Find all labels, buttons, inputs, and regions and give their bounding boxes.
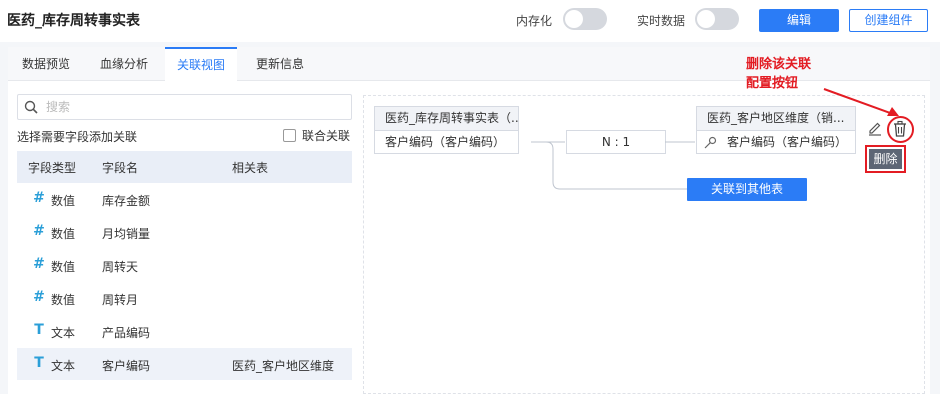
create-component-button[interactable]: 创建组件 — [849, 9, 928, 32]
source-table-name: 医药_库存周转事实表（... — [375, 107, 518, 131]
relation-canvas: 医药_库存周转事实表（... 客户编码（客户编码） N : 1 医药_客户地区维… — [363, 95, 925, 394]
search-box[interactable] — [17, 94, 352, 120]
column-header-related: 相关表 — [232, 161, 269, 175]
joint-relation-label: 联合关联 — [302, 129, 351, 143]
field-name: 周转月 — [102, 293, 139, 307]
edit-button[interactable]: 编辑 — [759, 9, 839, 32]
realtime-toggle[interactable] — [695, 8, 739, 30]
annotation-line-1: 删除该关联 — [746, 57, 812, 72]
realtime-toggle-label: 实时数据 — [637, 14, 686, 28]
checkbox-icon[interactable] — [283, 129, 296, 142]
field-type: 数值 — [51, 260, 76, 274]
search-icon — [24, 100, 38, 114]
page-title: 医药_库存周转事实表 — [7, 13, 140, 29]
tab-data-preview[interactable]: 数据预览 — [10, 47, 82, 81]
table-row[interactable]: # 数值 月均销量 — [17, 216, 352, 249]
header-bar: 医药_库存周转事实表 内存化 实时数据 编辑 创建组件 — [0, 0, 940, 42]
delete-tooltip-highlight: 删除 — [865, 145, 906, 173]
target-join-field: 客户编码（客户编码） — [697, 131, 855, 154]
search-input[interactable] — [46, 98, 336, 116]
field-type: 数值 — [51, 293, 76, 307]
field-type: 文本 — [51, 326, 76, 340]
source-table-node[interactable]: 医药_库存周转事实表（... 客户编码（客户编码） — [374, 106, 519, 154]
relation-view-panel: 选择需要字段添加关联 联合关联 字段类型 字段名 相关表 # 数值 库存金额 #… — [8, 81, 930, 394]
memory-toggle-label: 内存化 — [516, 14, 553, 28]
tab-relation-view[interactable]: 关联视图 — [165, 47, 238, 82]
link-to-other-table-button[interactable]: 关联到其他表 — [687, 178, 807, 201]
text-type-icon: T — [34, 322, 44, 338]
join-type-box[interactable]: N : 1 — [566, 130, 666, 154]
edit-pencil-icon[interactable] — [867, 121, 883, 137]
key-icon — [704, 136, 717, 149]
column-header-field: 字段名 — [102, 161, 139, 175]
target-join-field-text: 客户编码（客户编码） — [727, 135, 848, 149]
field-table: 字段类型 字段名 相关表 # 数值 库存金额 # 数值 月均销量 # 数值 周转… — [17, 151, 352, 381]
annotation-callout: 删除该关联 配置按钮 — [746, 55, 811, 93]
table-row[interactable]: # 数值 库存金额 — [17, 183, 352, 216]
target-table-name: 医药_客户地区维度（销... — [697, 107, 855, 131]
highlight-circle — [887, 116, 914, 143]
number-type-icon: # — [33, 256, 45, 272]
number-type-icon: # — [33, 190, 45, 206]
field-name: 产品编码 — [102, 326, 151, 340]
field-type: 文本 — [51, 359, 76, 373]
field-type: 数值 — [51, 194, 76, 208]
text-type-icon: T — [34, 355, 44, 371]
tab-lineage[interactable]: 血缘分析 — [88, 47, 160, 81]
table-header: 字段类型 字段名 相关表 — [17, 151, 352, 183]
number-type-icon: # — [33, 223, 45, 239]
field-name: 周转天 — [102, 260, 139, 274]
delete-tooltip: 删除 — [869, 149, 902, 169]
joint-relation-checkbox[interactable]: 联合关联 — [283, 127, 350, 144]
related-table: 医药_客户地区维度 — [232, 359, 335, 373]
column-header-type: 字段类型 — [28, 161, 77, 175]
field-name: 库存金额 — [102, 194, 151, 208]
field-select-hint: 选择需要字段添加关联 — [17, 130, 138, 144]
toggle-knob — [697, 10, 715, 28]
field-name: 客户编码 — [102, 359, 151, 373]
memory-toggle[interactable] — [563, 8, 607, 30]
field-name: 月均销量 — [102, 227, 151, 241]
annotation-line-2: 配置按钮 — [746, 76, 799, 91]
table-row[interactable]: T 文本 产品编码 — [17, 315, 352, 348]
table-row[interactable]: # 数值 周转月 — [17, 282, 352, 315]
table-row[interactable]: # 数值 周转天 — [17, 249, 352, 282]
toggle-knob — [565, 10, 583, 28]
tab-update-info[interactable]: 更新信息 — [244, 47, 316, 81]
target-table-node[interactable]: 医药_客户地区维度（销... 客户编码（客户编码） — [696, 106, 856, 154]
field-type: 数值 — [51, 227, 76, 241]
source-join-field: 客户编码（客户编码） — [385, 135, 506, 149]
number-type-icon: # — [33, 289, 45, 305]
table-row[interactable]: T 文本 客户编码 医药_客户地区维度 — [17, 348, 352, 381]
